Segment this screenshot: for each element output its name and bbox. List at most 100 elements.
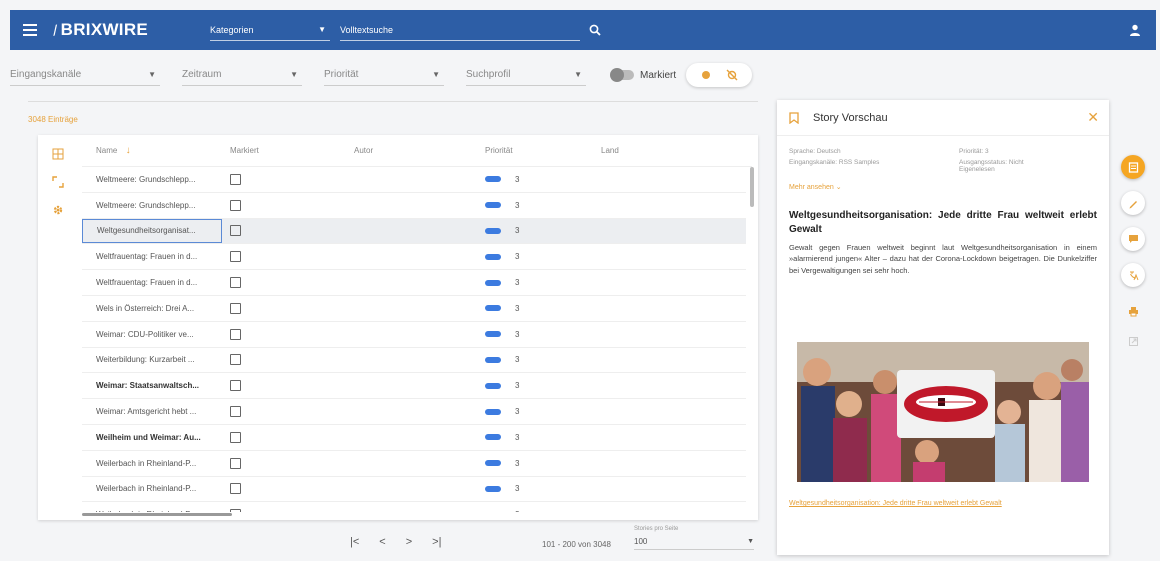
column-header-author[interactable]: Autor	[342, 146, 477, 155]
comment-icon[interactable]	[1121, 227, 1145, 251]
share-icon[interactable]	[1121, 329, 1145, 353]
priority-bar	[485, 434, 501, 441]
priority-filter[interactable]: Priorität ▼	[324, 64, 444, 86]
table-row[interactable]: Weilerbach in Rheinland-P... 3	[82, 451, 746, 477]
marked-checkbox[interactable]	[230, 251, 241, 263]
cell-name-text: Weltmeere: Grundschlepp...	[96, 200, 196, 210]
cell-name: Weilerbach in Rheinland-P...	[82, 459, 222, 468]
menu-icon[interactable]	[10, 24, 50, 36]
priority-value: 3	[515, 458, 520, 468]
category-select[interactable]: Kategorien ▼	[210, 19, 330, 41]
marked-checkbox[interactable]	[230, 328, 241, 340]
per-page-dropdown[interactable]: 100 ▼	[634, 534, 754, 550]
priority-value: 3	[515, 252, 520, 262]
table-row[interactable]: Weilerbach in Rheinland-P... 3	[82, 477, 746, 503]
document-icon[interactable]	[1121, 155, 1145, 179]
marked-checkbox[interactable]	[230, 431, 241, 443]
marked-checkbox[interactable]	[230, 225, 241, 237]
entries-count: 3048 Einträge	[28, 115, 78, 124]
marked-toggle[interactable]: Markiert	[610, 68, 676, 82]
cell-name-text: Weltfrauentag: Frauen in d...	[96, 278, 198, 288]
marked-checkbox[interactable]	[230, 354, 241, 366]
cell-marked	[222, 483, 342, 495]
marked-checkbox[interactable]	[230, 302, 241, 314]
cell-name: Weimar: Amtsgericht hebt ...	[82, 407, 222, 416]
cell-name-text: Weltgesundheitsorganisat...	[97, 226, 196, 236]
per-page-select[interactable]: Stories pro Seite 100 ▼	[634, 526, 754, 550]
table-row[interactable]: Weltfrauentag: Frauen in d... 3	[82, 244, 746, 271]
table-row[interactable]: Weimar: Amtsgericht hebt ... 3	[82, 399, 746, 425]
search-input[interactable]: Volltextsuche	[340, 19, 580, 41]
user-icon[interactable]	[1126, 21, 1144, 39]
chevron-down-icon: ▼	[747, 538, 754, 545]
table-row[interactable]: Weltmeere: Grundschlepp... 3	[82, 167, 746, 193]
show-more-label: Mehr ansehen	[789, 184, 834, 191]
marked-checkbox[interactable]	[230, 483, 241, 495]
last-page-button[interactable]: >|	[432, 536, 441, 548]
marked-checkbox[interactable]	[230, 199, 241, 211]
priority-bar	[485, 176, 501, 183]
chevron-down-icon: ▼	[318, 25, 326, 34]
period-filter[interactable]: Zeitraum ▼	[182, 64, 302, 86]
table-row[interactable]: Weltgesundheitsorganisat... 3	[82, 218, 746, 245]
table-row[interactable]: Weltfrauentag: Frauen in d... 3	[82, 270, 746, 296]
cell-priority: 3	[477, 330, 597, 339]
arrow-down-icon[interactable]: ↓	[126, 145, 131, 156]
marked-checkbox[interactable]	[230, 457, 241, 469]
table-row[interactable]: Weiterbildung: Kurzarbeit ... 3	[82, 348, 746, 374]
column-header-country[interactable]: Land	[597, 146, 717, 155]
divider	[28, 101, 758, 102]
table-row[interactable]: Weimar: CDU-Politiker ve... 3	[82, 322, 746, 348]
cell-name: Weltfrauentag: Frauen in d...	[82, 252, 222, 261]
vertical-scrollbar[interactable]	[750, 167, 754, 207]
priority-value: 3	[515, 278, 520, 288]
cell-priority: 3	[477, 226, 597, 235]
expand-icon[interactable]	[49, 173, 67, 191]
cell-priority: 3	[477, 407, 597, 416]
prev-page-button[interactable]: <	[379, 536, 385, 548]
table-row[interactable]: Weimar: Staatsanwaltsch... 3	[82, 373, 746, 400]
marked-checkbox[interactable]	[230, 173, 241, 185]
app-name: BRIXWIRE	[60, 20, 149, 39]
marked-checkbox[interactable]	[230, 509, 241, 512]
search-profile-filter[interactable]: Suchprofil ▼	[466, 64, 586, 86]
story-metadata: Sprache: Deutsch Priorität: 3 Eingangska…	[777, 136, 1109, 173]
table-row[interactable]: Wels in Österreich: Drei A... 3	[82, 296, 746, 322]
column-header-name[interactable]: Name ↓	[82, 145, 222, 156]
table-row[interactable]: Weltmeere: Grundschlepp... 3	[82, 193, 746, 219]
meta-output-status-line2: Eigenelesen	[959, 166, 995, 173]
cell-priority: 3	[477, 433, 597, 442]
priority-value: 3	[515, 381, 520, 391]
toggle-switch[interactable]	[610, 68, 634, 82]
priority-value: 3	[515, 407, 520, 417]
column-header-marked[interactable]: Markiert	[222, 146, 342, 155]
marked-checkbox[interactable]	[230, 380, 241, 392]
cell-name: Weimar: Staatsanwaltsch...	[82, 381, 222, 390]
logo: ∕ BRIXWIRE	[51, 20, 194, 40]
edit-icon[interactable]	[1121, 191, 1145, 215]
channels-filter[interactable]: Eingangskanäle ▼	[10, 64, 160, 86]
show-more-link[interactable]: Mehr ansehen ⌄	[777, 173, 1109, 201]
cell-marked	[222, 406, 342, 418]
column-header-priority[interactable]: Priorität	[477, 146, 597, 155]
next-page-button[interactable]: >	[406, 536, 412, 548]
search-icon[interactable]	[586, 21, 604, 39]
horizontal-scrollbar[interactable]	[82, 513, 232, 516]
eye-off-icon[interactable]	[724, 67, 740, 83]
print-icon[interactable]	[1121, 299, 1145, 323]
eye-icon[interactable]	[698, 67, 714, 83]
first-page-button[interactable]: |<	[350, 536, 359, 548]
cell-marked	[222, 380, 342, 392]
close-icon[interactable]: ✕	[1087, 109, 1099, 126]
cell-name: Weltfrauentag: Frauen in d...	[82, 278, 222, 287]
per-page-label: Stories pro Seite	[634, 526, 679, 532]
marked-checkbox[interactable]	[230, 406, 241, 418]
story-link[interactable]: Weltgesundheitsorganisation: Jede dritte…	[789, 500, 1089, 507]
gear-icon[interactable]	[49, 201, 67, 219]
table-row[interactable]: Weilheim und Weimar: Au... 3	[82, 425, 746, 451]
translate-icon[interactable]	[1121, 263, 1145, 287]
table-row[interactable]: Weilerbach in Rheinland-P... 3	[82, 502, 746, 512]
marked-checkbox[interactable]	[230, 277, 241, 289]
cell-marked	[222, 431, 342, 443]
columns-icon[interactable]	[49, 145, 67, 163]
